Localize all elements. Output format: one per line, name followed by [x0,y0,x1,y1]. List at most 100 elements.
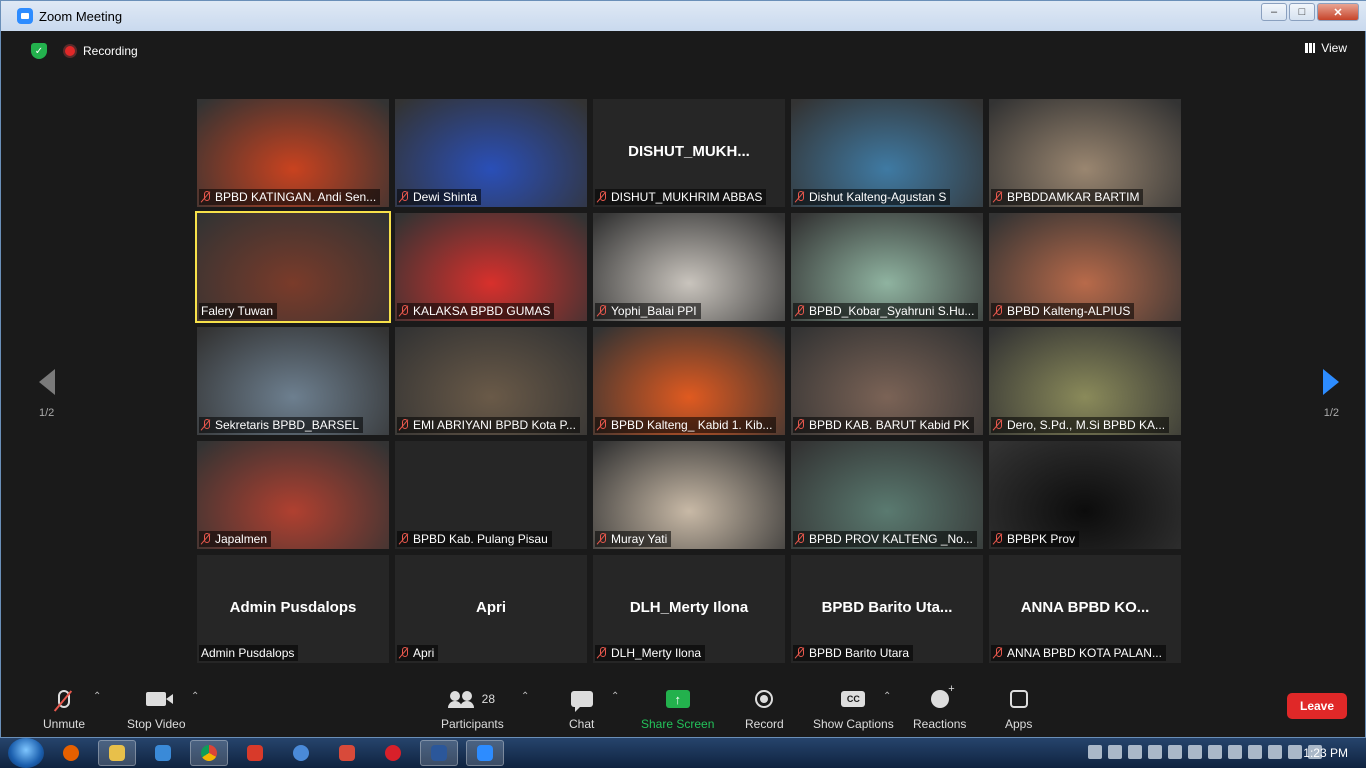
close-button[interactable]: ✕ [1317,3,1359,21]
title-bar: Zoom Meeting – □ ✕ [1,1,1366,31]
reactions-label: Reactions [913,717,967,731]
participant-name-label: BPBD KAB. BARUT Kabid PK [793,417,974,433]
apps-button[interactable]: Apps [1005,687,1032,731]
record-button[interactable]: Record [745,687,784,731]
taskbar-chrome-icon[interactable] [190,740,228,766]
chat-options-caret-icon[interactable]: ⌃ [611,691,619,702]
tray-ccleaner-icon[interactable] [1188,745,1202,759]
muted-mic-icon [795,191,805,203]
muted-mic-icon [399,533,409,545]
taskbar-zoom-icon[interactable] [466,740,504,766]
leave-button[interactable]: Leave [1287,693,1347,719]
tray-security-icon[interactable] [1248,745,1262,759]
share-screen-button[interactable]: ↑ Share Screen [641,687,714,731]
tray-zoom-icon[interactable] [1088,745,1102,759]
participant-tile[interactable]: Falery Tuwan [195,211,391,323]
tray-volume-icon[interactable] [1288,745,1302,759]
reactions-button[interactable]: Reactions [913,683,967,731]
participant-name-label: Dewi Shinta [397,189,482,205]
participant-tile[interactable]: Admin Pusdalops Admin Pusdalops [197,555,389,663]
audio-options-caret-icon[interactable]: ⌃ [93,691,101,702]
muted-mic-icon [201,191,211,203]
participant-tile[interactable]: KALAKSA BPBD GUMAS [395,213,587,321]
participant-tile[interactable]: Dewi Shinta [395,99,587,207]
start-orb-icon[interactable] [8,738,44,768]
participant-tile[interactable]: BPBDDAMKAR BARTIM [989,99,1181,207]
video-options-caret-icon[interactable]: ⌃ [191,691,199,702]
reactions-smiley-icon [930,683,955,708]
muted-mic-icon [795,305,805,317]
show-captions-button[interactable]: CC Show Captions [813,687,894,731]
participant-tile[interactable]: BPBD KAB. BARUT Kabid PK [791,327,983,435]
participant-tile[interactable]: Muray Yati [593,441,785,549]
participant-tile[interactable]: ANNA BPBD KO... ANNA BPBD KOTA PALAN... [989,555,1181,663]
minimize-button[interactable]: – [1261,3,1287,21]
participant-name: BPBD PROV KALTENG _No... [809,532,973,546]
participant-tile[interactable]: BPBD Kab. Pulang Pisau [395,441,587,549]
participants-label: Participants [441,717,504,731]
stop-video-label: Stop Video [127,717,186,731]
participant-tile[interactable]: Apri Apri [395,555,587,663]
taskbar-media-icon[interactable] [144,740,182,766]
participant-name-label: BPBD KATINGAN. Andi Sen... [199,189,381,205]
taskbar-explorer-icon[interactable] [98,740,136,766]
view-label: View [1321,41,1347,55]
next-page-arrow-icon[interactable] [1323,369,1339,395]
participant-name-label: Admin Pusdalops [199,645,299,661]
taskbar-firefox-icon[interactable] [52,740,90,766]
tray-network-icon[interactable] [1108,745,1122,759]
participants-button[interactable]: 28 Participants [441,687,504,731]
participant-tile[interactable]: BPBD Kalteng_ Kabid 1. Kib... [593,327,785,435]
previous-page-arrow-icon[interactable] [39,369,55,395]
taskbar-pdf-icon[interactable] [236,740,274,766]
participant-tile[interactable]: Dishut Kalteng-Agustan S [791,99,983,207]
maximize-button[interactable]: □ [1289,3,1315,21]
participant-tile[interactable]: BPBD_Kobar_Syahruni S.Hu... [791,213,983,321]
unmute-button[interactable]: Unmute [43,687,85,731]
view-button[interactable]: View [1305,41,1347,55]
participant-tile[interactable]: BPBD PROV KALTENG _No... [791,441,983,549]
tray-drive-icon[interactable] [1128,745,1142,759]
participant-tile[interactable]: BPBD Barito Uta... BPBD Barito Utara [791,555,983,663]
participant-tile[interactable]: BPBD KATINGAN. Andi Sen... [197,99,389,207]
page-indicator-right: 1/2 [1323,407,1339,419]
tray-chrome-icon[interactable] [1168,745,1182,759]
participant-tile[interactable]: Dero, S.Pd., M.Si BPBD KA... [989,327,1181,435]
share-screen-arrow-icon: ↑ [665,690,690,708]
muted-mic-icon [399,647,409,659]
stop-video-button[interactable]: Stop Video [127,687,186,731]
captions-options-caret-icon[interactable]: ⌃ [883,691,891,702]
muted-mic-icon [993,533,1003,545]
participant-tile[interactable]: DISHUT_MUKH... DISHUT_MUKHRIM ABBAS [593,99,785,207]
participant-name-label: DLH_Merty Ilona [595,645,706,661]
tray-app-icon[interactable] [1228,745,1242,759]
muted-microphone-icon [58,690,71,708]
muted-mic-icon [597,533,607,545]
muted-mic-icon [795,533,805,545]
chat-button[interactable]: Chat [569,687,594,731]
participant-tile[interactable]: BPBD Kalteng-ALPIUS [989,213,1181,321]
tray-acrobat-icon[interactable] [1148,745,1162,759]
page-indicator-left: 1/2 [39,407,55,419]
tray-display-icon[interactable] [1268,745,1282,759]
participant-tile[interactable]: Japalmen [197,441,389,549]
participant-tile[interactable]: EMI ABRIYANI BPBD Kota P... [395,327,587,435]
participant-tile[interactable]: DLH_Merty Ilona DLH_Merty Ilona [593,555,785,663]
taskbar-capture-icon[interactable] [328,740,366,766]
participant-name: BPBD KAB. BARUT Kabid PK [809,418,970,432]
taskbar-clock[interactable]: 1:23 PM [1303,746,1348,760]
participant-name-label: BPBD_Kobar_Syahruni S.Hu... [793,303,979,319]
participant-tile[interactable]: Sekretaris BPBD_BARSEL [197,327,389,435]
meeting-topbar: ✓ Recording View [17,31,1361,71]
taskbar-word-icon[interactable] [420,740,458,766]
taskbar-opera-icon[interactable] [374,740,412,766]
tray-printer-icon[interactable] [1208,745,1222,759]
security-shield-icon[interactable]: ✓ [31,43,47,59]
participants-options-caret-icon[interactable]: ⌃ [521,691,529,702]
recording-label[interactable]: Recording [83,44,138,58]
participant-avatar-name: DLH_Merty Ilona [629,599,749,616]
participant-tile[interactable]: BPBPK Prov [989,441,1181,549]
taskbar-browser-icon[interactable] [282,740,320,766]
participants-icon [447,691,476,708]
participant-tile[interactable]: Yophi_Balai PPI [593,213,785,321]
